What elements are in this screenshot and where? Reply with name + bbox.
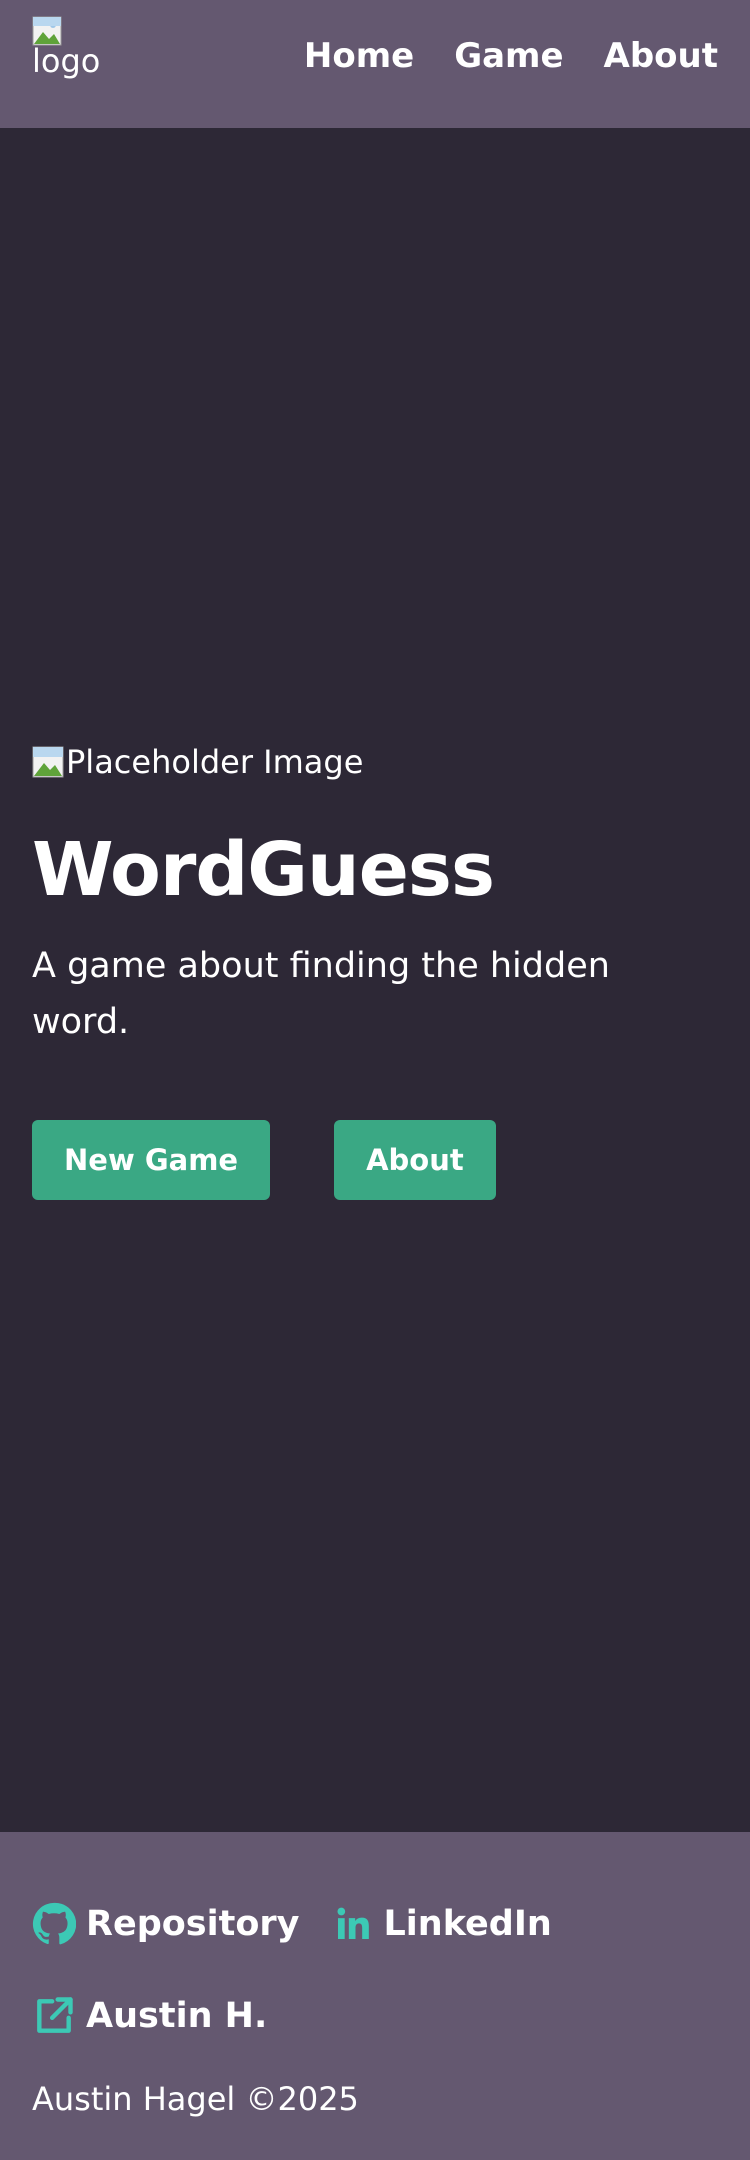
nav-about-link[interactable]: About xyxy=(604,36,718,76)
linkedin-icon xyxy=(333,1904,373,1944)
page-title: WordGuess xyxy=(32,827,495,913)
main-nav: Home Game About xyxy=(304,36,718,76)
placeholder-image-alt-text: Placeholder Image xyxy=(66,743,364,781)
page-subtitle: A game about finding the hidden word. xyxy=(32,946,610,1042)
new-game-button[interactable]: New Game xyxy=(32,1120,271,1200)
linkedin-link[interactable]: LinkedIn xyxy=(333,1904,552,1944)
external-link-icon xyxy=(32,1994,76,2038)
repository-link[interactable]: Repository xyxy=(32,1902,299,1946)
broken-image-icon xyxy=(32,746,64,778)
author-link[interactable]: Austin H. xyxy=(32,1994,267,2038)
repository-link-label: Repository xyxy=(86,1904,300,1944)
author-link-label: Austin H. xyxy=(86,1996,268,2036)
github-icon xyxy=(32,1902,76,1946)
site-header: logo Home Game About xyxy=(0,0,750,128)
linkedin-link-label: LinkedIn xyxy=(383,1904,552,1944)
copyright-text: Austin Hagel ©2025 xyxy=(32,2080,359,2118)
footer-author-row: Austin H. xyxy=(32,1994,301,2038)
site-footer: Repository LinkedIn Austin H. Austin Hag… xyxy=(0,1832,750,2160)
about-button[interactable]: About xyxy=(334,1120,496,1200)
placeholder-image: Placeholder Image xyxy=(32,740,722,784)
footer-links-row: Repository LinkedIn xyxy=(32,1902,586,1946)
nav-game-link[interactable]: Game xyxy=(454,36,563,76)
broken-image-icon xyxy=(32,16,62,46)
logo[interactable]: logo xyxy=(32,16,100,78)
nav-home-link[interactable]: Home xyxy=(304,36,414,76)
hero-section: Placeholder Image WordGuess A game about… xyxy=(32,740,722,1200)
hero-actions: New Game About xyxy=(32,1120,722,1200)
logo-alt-text: logo xyxy=(32,42,101,80)
